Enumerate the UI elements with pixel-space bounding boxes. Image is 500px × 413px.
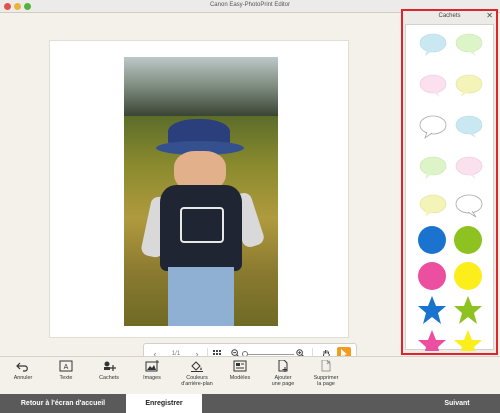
star-pink-icon[interactable] bbox=[417, 329, 447, 351]
bubble-yellow-icon[interactable] bbox=[454, 71, 484, 101]
back-to-home-button[interactable]: Retour à l'écran d'accueil bbox=[0, 394, 126, 413]
delete-page-button[interactable]: Supprimer la page bbox=[303, 360, 349, 394]
circle-yellow-icon[interactable] bbox=[453, 261, 483, 291]
bubble-blue-dotted-2-icon[interactable] bbox=[454, 112, 484, 142]
templates-label: Modèles bbox=[229, 375, 251, 381]
template-icon bbox=[233, 360, 247, 372]
star-yellow-icon[interactable] bbox=[453, 329, 483, 351]
svg-text:A: A bbox=[64, 364, 69, 371]
print-page[interactable] bbox=[49, 40, 349, 338]
star-blue-icon[interactable] bbox=[417, 295, 447, 325]
stamps-button[interactable]: Cachets bbox=[86, 360, 132, 394]
add-page-button[interactable]: Ajouter une page bbox=[260, 360, 306, 394]
save-button[interactable]: Enregistrer bbox=[126, 394, 202, 413]
editing-area: ‹ 1/1 › bbox=[0, 13, 401, 365]
editing-toolbar: Annuler A Texte Cachets Images Couleurs … bbox=[0, 356, 500, 393]
delete-page-icon bbox=[321, 360, 331, 372]
panel-close-icon[interactable]: ✕ bbox=[486, 12, 493, 20]
add-page-label: Ajouter une page bbox=[271, 375, 295, 387]
bubble-green-icon[interactable] bbox=[454, 30, 484, 60]
undo-label: Annuler bbox=[13, 375, 33, 381]
bubble-green-2-icon[interactable] bbox=[418, 153, 448, 183]
templates-button[interactable]: Modèles bbox=[217, 360, 263, 394]
bottom-bar: Retour à l'écran d'accueil Enregistrer S… bbox=[0, 394, 500, 413]
stamp-icon bbox=[104, 361, 116, 371]
images-button[interactable]: Images bbox=[129, 360, 175, 394]
delete-page-label: Supprimer la page bbox=[313, 375, 339, 387]
stamps-label: Cachets bbox=[99, 375, 119, 381]
image-icon bbox=[145, 360, 159, 372]
text-label: Texte bbox=[59, 375, 73, 381]
bubble-pink-2-icon[interactable] bbox=[454, 153, 484, 183]
circle-green-icon[interactable] bbox=[453, 225, 483, 255]
background-color-button[interactable]: Couleurs d'arrière-plan bbox=[172, 360, 222, 394]
next-button[interactable]: Suivant bbox=[414, 394, 500, 413]
panel-title: Cachets bbox=[438, 13, 461, 19]
undo-icon bbox=[16, 362, 28, 372]
add-page-icon bbox=[278, 360, 288, 372]
circle-pink-icon[interactable] bbox=[417, 261, 447, 291]
star-green-icon[interactable] bbox=[453, 295, 483, 325]
background-color-label: Couleurs d'arrière-plan bbox=[181, 375, 213, 387]
paint-bucket-icon bbox=[191, 361, 203, 372]
photo[interactable] bbox=[124, 57, 278, 326]
images-label: Images bbox=[143, 375, 161, 381]
undo-button[interactable]: Annuler bbox=[0, 360, 46, 394]
stickers-panel: Cachets ✕ bbox=[401, 9, 498, 355]
bubble-pink-icon[interactable] bbox=[418, 71, 448, 101]
bubble-yellow-2-icon[interactable] bbox=[418, 191, 448, 221]
circle-blue-icon[interactable] bbox=[417, 225, 447, 255]
bubble-white-2-icon[interactable] bbox=[454, 191, 484, 221]
bubble-blue-dotted-icon[interactable] bbox=[418, 30, 448, 60]
stickers-grid bbox=[405, 24, 494, 351]
text-icon: A bbox=[59, 360, 73, 372]
bubble-white-icon[interactable] bbox=[418, 112, 448, 142]
window-title: Canon Easy-PhotoPrint Editor bbox=[209, 2, 291, 8]
text-button[interactable]: A Texte bbox=[43, 360, 89, 394]
